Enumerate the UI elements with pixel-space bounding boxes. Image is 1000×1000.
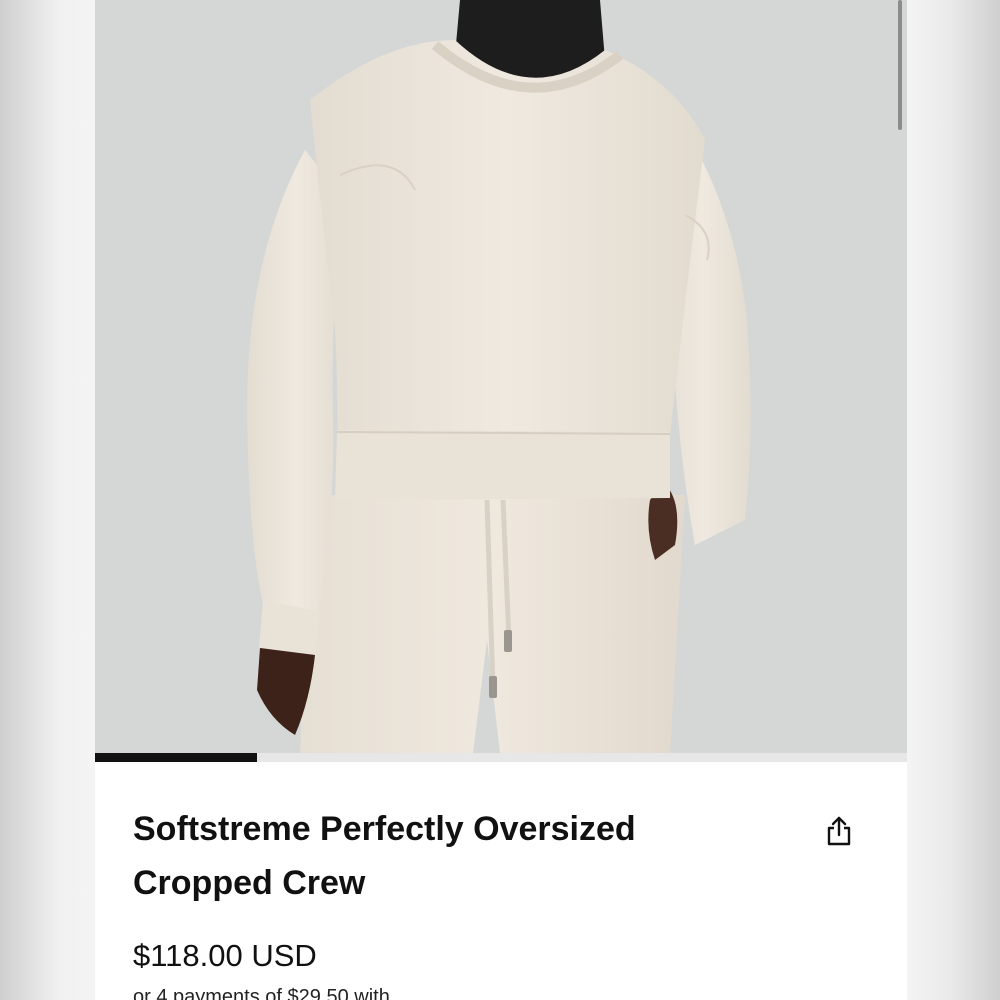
product-photo (95, 0, 907, 753)
share-icon (827, 816, 851, 846)
gallery-progress-fill (95, 753, 258, 762)
product-title: Softstreme Perfectly Oversized Cropped C… (133, 810, 636, 902)
gallery-progress-bar (95, 753, 907, 762)
scrollbar[interactable] (898, 0, 902, 130)
product-price: $118.00 USD (133, 938, 317, 973)
product-image[interactable] (95, 0, 907, 753)
share-button[interactable] (823, 813, 855, 849)
installments-text: or 4 payments of $29.50 with (133, 986, 390, 1000)
product-page: Softstreme Perfectly Oversized Cropped C… (95, 0, 907, 1000)
